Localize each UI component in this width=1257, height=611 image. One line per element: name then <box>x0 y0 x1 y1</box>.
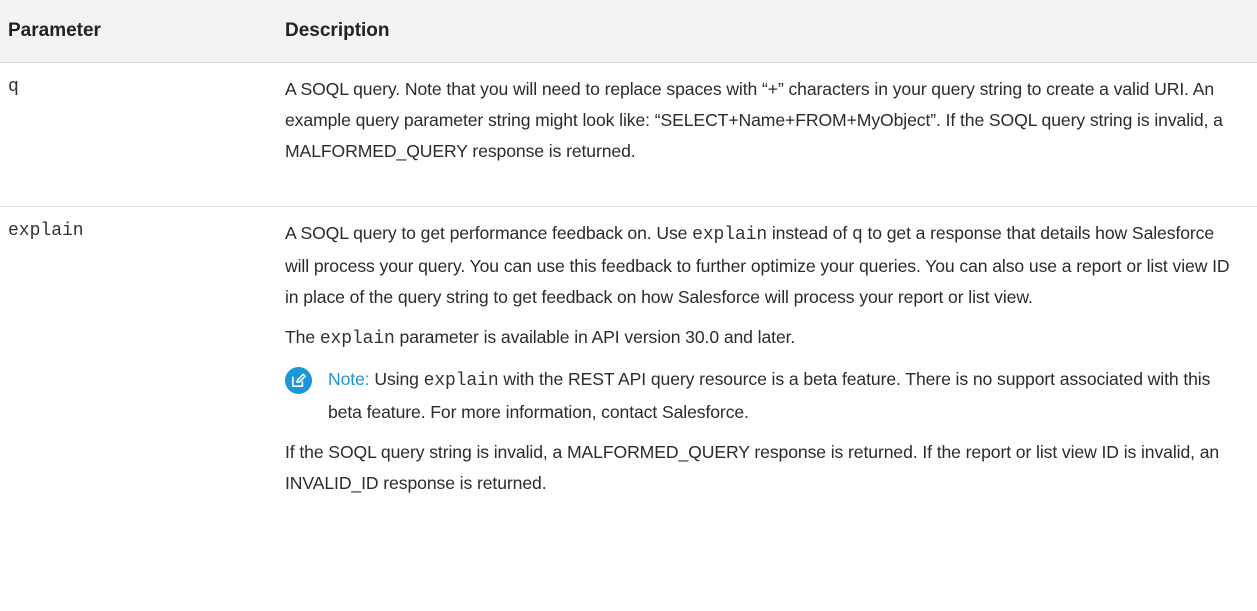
inline-code: explain <box>423 371 499 391</box>
description-paragraph: A SOQL query to get performance feedback… <box>285 218 1237 313</box>
param-name: explain <box>8 221 84 241</box>
table-row: q A SOQL query. Note that you will need … <box>0 63 1257 207</box>
note-label: Note: <box>328 369 370 389</box>
table-header-row: Parameter Description <box>0 0 1257 63</box>
edit-note-icon-graphic <box>291 373 306 388</box>
edit-note-icon <box>285 367 312 394</box>
inline-code: explain <box>319 329 395 349</box>
inline-code: explain <box>692 225 768 245</box>
note-text: Note: Using explain with the REST API qu… <box>328 364 1237 428</box>
param-cell: explain <box>0 207 273 510</box>
note-callout: Note: Using explain with the REST API qu… <box>285 364 1237 428</box>
header-description: Description <box>285 20 390 41</box>
text-run: A SOQL query to get performance feedback… <box>285 223 693 243</box>
text-run: Using <box>369 369 424 389</box>
param-name: q <box>8 77 19 97</box>
description-paragraph: If the SOQL query string is invalid, a M… <box>285 442 1220 493</box>
text-run: instead of <box>767 223 852 243</box>
description-paragraph: A SOQL query. Note that you will need to… <box>285 79 1223 161</box>
description-paragraph: The explain parameter is available in AP… <box>285 322 1237 355</box>
text-run: parameter is available in API version 30… <box>394 327 796 347</box>
description-cell: A SOQL query. Note that you will need to… <box>273 63 1257 206</box>
parameter-table: Parameter Description q A SOQL query. No… <box>0 0 1257 510</box>
text-run: The <box>285 327 320 347</box>
description-cell: A SOQL query to get performance feedback… <box>273 207 1257 510</box>
inline-code: q <box>851 225 863 245</box>
table-row: explain A SOQL query to get performance … <box>0 207 1257 510</box>
header-parameter: Parameter <box>8 20 101 41</box>
param-cell: q <box>0 63 273 206</box>
